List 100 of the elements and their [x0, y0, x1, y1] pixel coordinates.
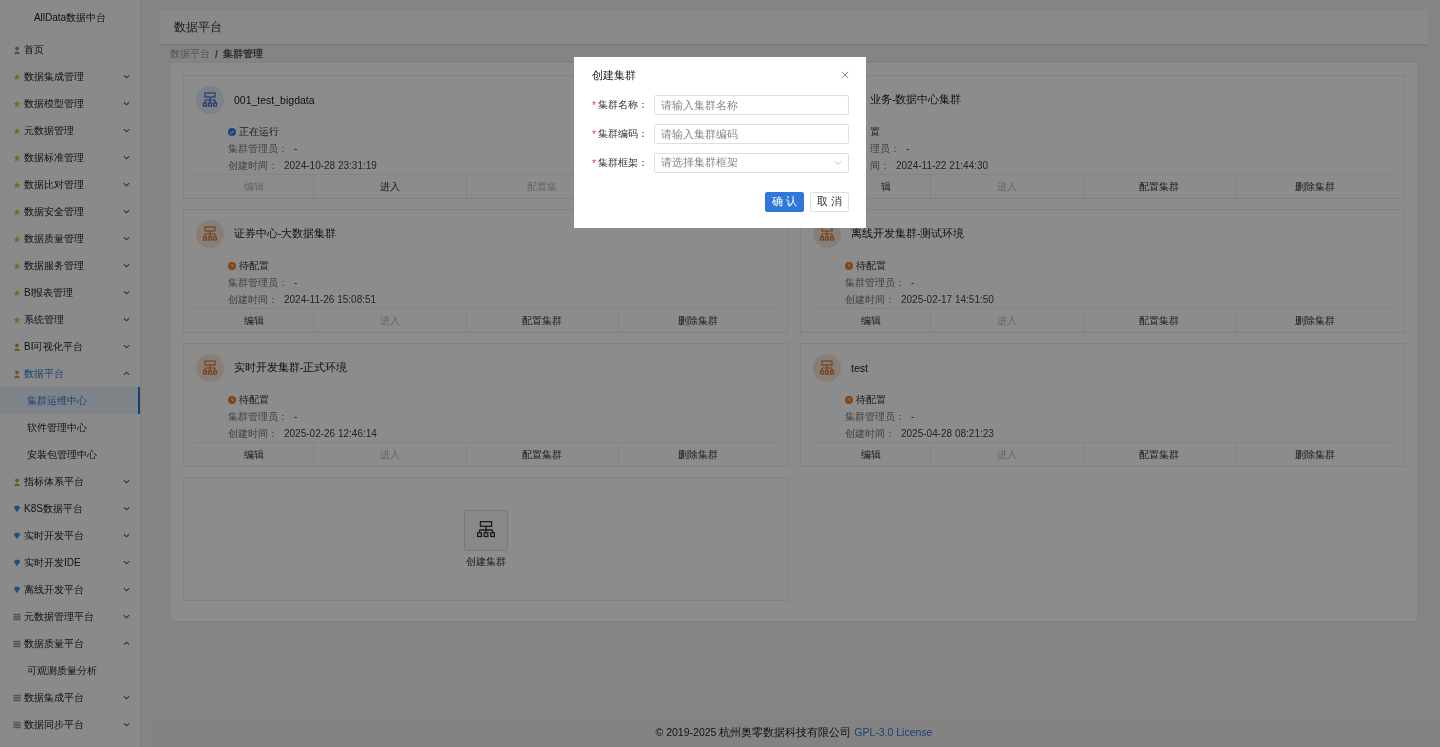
action-link[interactable]: 编辑: [860, 313, 881, 328]
chevron-down-icon: [123, 289, 130, 296]
manager-label: 集群管理员：: [845, 275, 905, 290]
created-label: 创建时间：: [845, 426, 895, 441]
chevron-down-icon: [123, 505, 130, 512]
action-link[interactable]: 配置集群: [522, 447, 563, 462]
created-label: 创建时间：: [845, 292, 895, 307]
action-link[interactable]: 编辑: [860, 447, 881, 462]
status-text: 待配置: [856, 258, 886, 273]
license-link[interactable]: GPL-3.0 License: [854, 725, 933, 738]
sidebar-item[interactable]: BI报表管理: [0, 279, 140, 306]
create-cluster-button[interactable]: [463, 509, 508, 551]
sidebar-item[interactable]: 数据质量平台: [0, 630, 140, 657]
action-link[interactable]: 辑: [881, 179, 891, 194]
manager-value: -: [294, 277, 298, 289]
created-time: 2024-10-28 23:31:19: [284, 160, 377, 172]
breadcrumb-item: 集群管理: [222, 47, 263, 61]
chevron-down-icon: [123, 532, 130, 539]
input-field[interactable]: 请输入集群编码: [654, 124, 849, 144]
cluster-name: 离线开发集群-测试环境: [851, 226, 965, 241]
sidebar-subitem[interactable]: 集群运维中心: [0, 387, 140, 414]
sidebar-item[interactable]: 数据质量管理: [0, 225, 140, 252]
sidebar-subitem[interactable]: 可观测质量分析: [0, 657, 140, 684]
sidebar-item[interactable]: 离线开发平台: [0, 576, 140, 603]
sidebar-item[interactable]: 数据模型管理: [0, 90, 140, 117]
status-text: 置: [870, 124, 880, 139]
action-link[interactable]: 配置集群: [1139, 313, 1180, 328]
action-link[interactable]: 删除集群: [1294, 179, 1335, 194]
sidebar-subitem[interactable]: 软件管理中心: [0, 414, 140, 441]
required-mark: *: [592, 128, 596, 140]
action-link[interactable]: 配置集群: [1139, 447, 1180, 462]
cluster-name: 业务-数据中心集群: [870, 92, 962, 107]
chevron-down-icon: [123, 235, 130, 242]
required-mark: *: [592, 157, 596, 169]
chevron-down-icon: [123, 316, 130, 323]
chevron-down-icon: [123, 154, 130, 161]
sidebar-item[interactable]: 指标体系平台: [0, 468, 140, 495]
field-label: 集群名称：: [597, 98, 648, 112]
chevron-down-icon: [123, 586, 130, 593]
sidebar-item[interactable]: 首页: [0, 36, 140, 63]
sidebar-item[interactable]: 元数据管理平台: [0, 603, 140, 630]
sidebar-item[interactable]: 数据服务管理: [0, 252, 140, 279]
chevron-down-icon: [123, 208, 130, 215]
confirm-button[interactable]: 确 认: [765, 192, 805, 212]
input-field[interactable]: 请输入集群名称: [654, 95, 849, 115]
sidebar-subitem[interactable]: 安装包管理中心: [0, 441, 140, 468]
action-link[interactable]: 配置集群: [1139, 179, 1180, 194]
status-text: 待配置: [239, 392, 269, 407]
chevron-down-icon: [123, 721, 130, 728]
sidebar-item[interactable]: 元数据管理: [0, 117, 140, 144]
status-text: 正在运行: [239, 124, 279, 139]
sidebar-item[interactable]: BI可视化平台: [0, 333, 140, 360]
cancel-button[interactable]: 取 消: [810, 192, 849, 212]
manager-label: 集群管理员：: [228, 275, 288, 290]
chevron-down-icon: [123, 478, 130, 485]
status-text: 待配置: [856, 392, 886, 407]
manager-label: 集群管理员：: [228, 409, 288, 424]
sidebar-item[interactable]: 数据集成平台: [0, 684, 140, 711]
chevron-down-icon: [123, 100, 130, 107]
select-field[interactable]: 请选择集群框架: [654, 153, 849, 173]
sidebar-item[interactable]: 数据集成管理: [0, 63, 140, 90]
action-link[interactable]: 编辑: [243, 447, 264, 462]
action-link[interactable]: 配置集群: [522, 313, 563, 328]
page-title: 数据平台: [174, 18, 222, 36]
sidebar-item[interactable]: 数据标准管理: [0, 144, 140, 171]
sidebar-item[interactable]: K8S数据平台: [0, 495, 140, 522]
close-icon[interactable]: [841, 71, 849, 79]
sidebar-item[interactable]: 数据安全管理: [0, 198, 140, 225]
sidebar-item[interactable]: 数据同步平台: [0, 711, 140, 738]
cluster-name: 001_test_bigdata: [234, 93, 315, 106]
chevron-down-icon: [123, 694, 130, 701]
created-time: 2025-04-28 08:21:23: [901, 428, 994, 440]
cluster-name: 实时开发集群-正式环境: [234, 360, 348, 375]
action-link[interactable]: 编辑: [243, 313, 264, 328]
created-time: 2025-02-26 12:46:14: [284, 428, 377, 440]
action-link[interactable]: 删除集群: [677, 447, 718, 462]
field-label: 集群框架：: [597, 156, 648, 170]
cluster-name: test: [851, 361, 868, 374]
action-link[interactable]: 进入: [379, 179, 400, 194]
sidebar-item[interactable]: 实时开发平台: [0, 522, 140, 549]
sidebar-item[interactable]: 数据比对管理: [0, 171, 140, 198]
action-link[interactable]: 删除集群: [1294, 313, 1335, 328]
breadcrumb-separator: /: [215, 48, 218, 60]
manager-label: 集群管理员：: [845, 409, 905, 424]
created-time: 2025-02-17 14:51:50: [901, 294, 994, 306]
field-label: 集群编码：: [597, 127, 648, 141]
sidebar-item[interactable]: 数据平台: [0, 360, 140, 387]
action-link[interactable]: 删除集群: [1294, 447, 1335, 462]
chevron-down-icon: [123, 559, 130, 566]
created-label: 创建时间：: [228, 426, 278, 441]
chevron-down-icon: [123, 127, 130, 134]
created-time: 2024-11-26 15:08:51: [284, 294, 377, 306]
sidebar-item[interactable]: 实时开发IDE: [0, 549, 140, 576]
chevron-down-icon: [123, 73, 130, 80]
created-label: 间：: [870, 158, 890, 173]
sidebar-item[interactable]: 系统管理: [0, 306, 140, 333]
action-link[interactable]: 删除集群: [677, 313, 718, 328]
app-title: AllData数据中台: [32, 11, 108, 25]
manager-label: 集群管理员：: [228, 141, 288, 156]
chevron-up-icon: [123, 370, 130, 377]
